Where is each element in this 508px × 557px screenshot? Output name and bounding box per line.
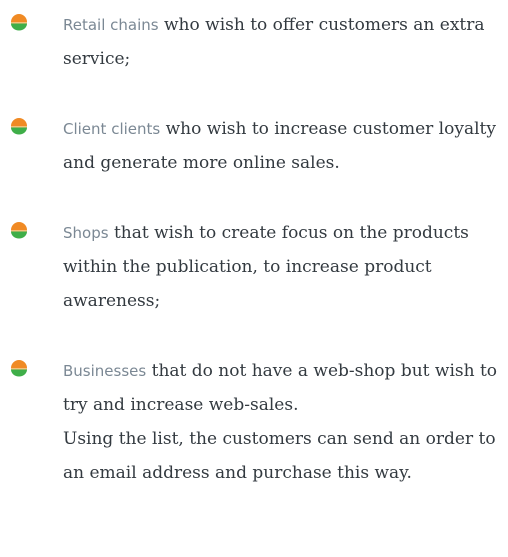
list-item-extra-text: Using the list, the customers can send a… (63, 429, 496, 483)
list-item-text: Businesses that do not have a web-shop b… (63, 354, 503, 490)
list-item-text: Shops that wish to create focus on the p… (63, 216, 503, 318)
list-item-keyword: Retail chains (63, 16, 159, 34)
list-item-keyword: Shops (63, 224, 109, 242)
list-item-text: Client clients who wish to increase cust… (63, 112, 503, 180)
bullet-icon (11, 222, 27, 239)
bullet-icon (11, 14, 27, 31)
bullet-icon (11, 118, 27, 135)
bullet-icon (11, 360, 27, 377)
list-item-keyword: Client clients (63, 120, 161, 138)
list-item-keyword: Businesses (63, 362, 147, 380)
list-item-text: Retail chains who wish to offer customer… (63, 8, 503, 76)
list-item-description: that wish to create focus on the product… (63, 223, 469, 311)
